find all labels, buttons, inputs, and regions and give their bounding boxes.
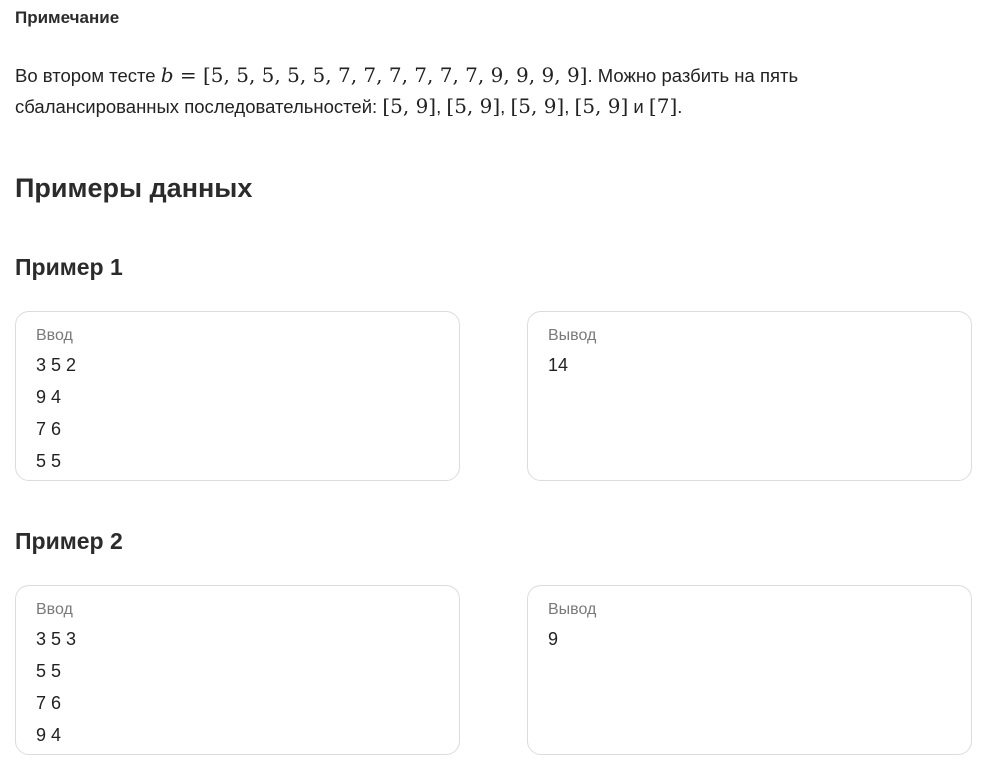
- output-label: Вывод: [548, 601, 597, 618]
- note-text: Во втором тесте b = [5, 5, 5, 5, 5, 7, 7…: [15, 63, 799, 118]
- input-line: 9 4: [36, 387, 62, 407]
- input-line: 5 5: [36, 661, 62, 681]
- output-line: 14: [548, 355, 569, 375]
- input-line: 7 6: [36, 693, 62, 713]
- math-pair: [5, 9]: [574, 94, 629, 118]
- input-line: 7 6: [36, 419, 62, 439]
- math-pair: [5, 9]: [510, 94, 565, 118]
- section-title: Примеры данных: [15, 173, 253, 203]
- example-input-box[interactable]: Ввод 3 5 3 5 5 7 6 9 4: [15, 585, 460, 755]
- example-title: Пример 2: [15, 528, 123, 554]
- example-input-box[interactable]: Ввод 3 5 2 9 4 7 6 5 5: [15, 311, 460, 481]
- input-line: 3 5 3: [36, 629, 77, 649]
- note-text-part: Во втором тесте: [15, 65, 161, 86]
- input-label: Ввод: [36, 601, 73, 618]
- input-line: 5 5: [36, 451, 62, 471]
- example-output-box[interactable]: Вывод 14: [527, 311, 972, 481]
- input-line: 3 5 2: [36, 355, 77, 375]
- input-label: Ввод: [36, 327, 73, 344]
- output-label: Вывод: [548, 327, 597, 344]
- example-output-box[interactable]: Вывод 9: [527, 585, 972, 755]
- note-title: Примечание: [15, 8, 120, 27]
- math-pair: [7]: [648, 94, 678, 118]
- math-pair: [5, 9]: [382, 94, 437, 118]
- example-title: Пример 1: [15, 254, 123, 280]
- input-line: 9 4: [36, 725, 62, 745]
- math-pair: [5, 9]: [446, 94, 501, 118]
- output-line: 9: [548, 629, 559, 649]
- math-variable: b = [5, 5, 5, 5, 5, 7, 7, 7, 7, 7, 7, 9,…: [160, 63, 588, 87]
